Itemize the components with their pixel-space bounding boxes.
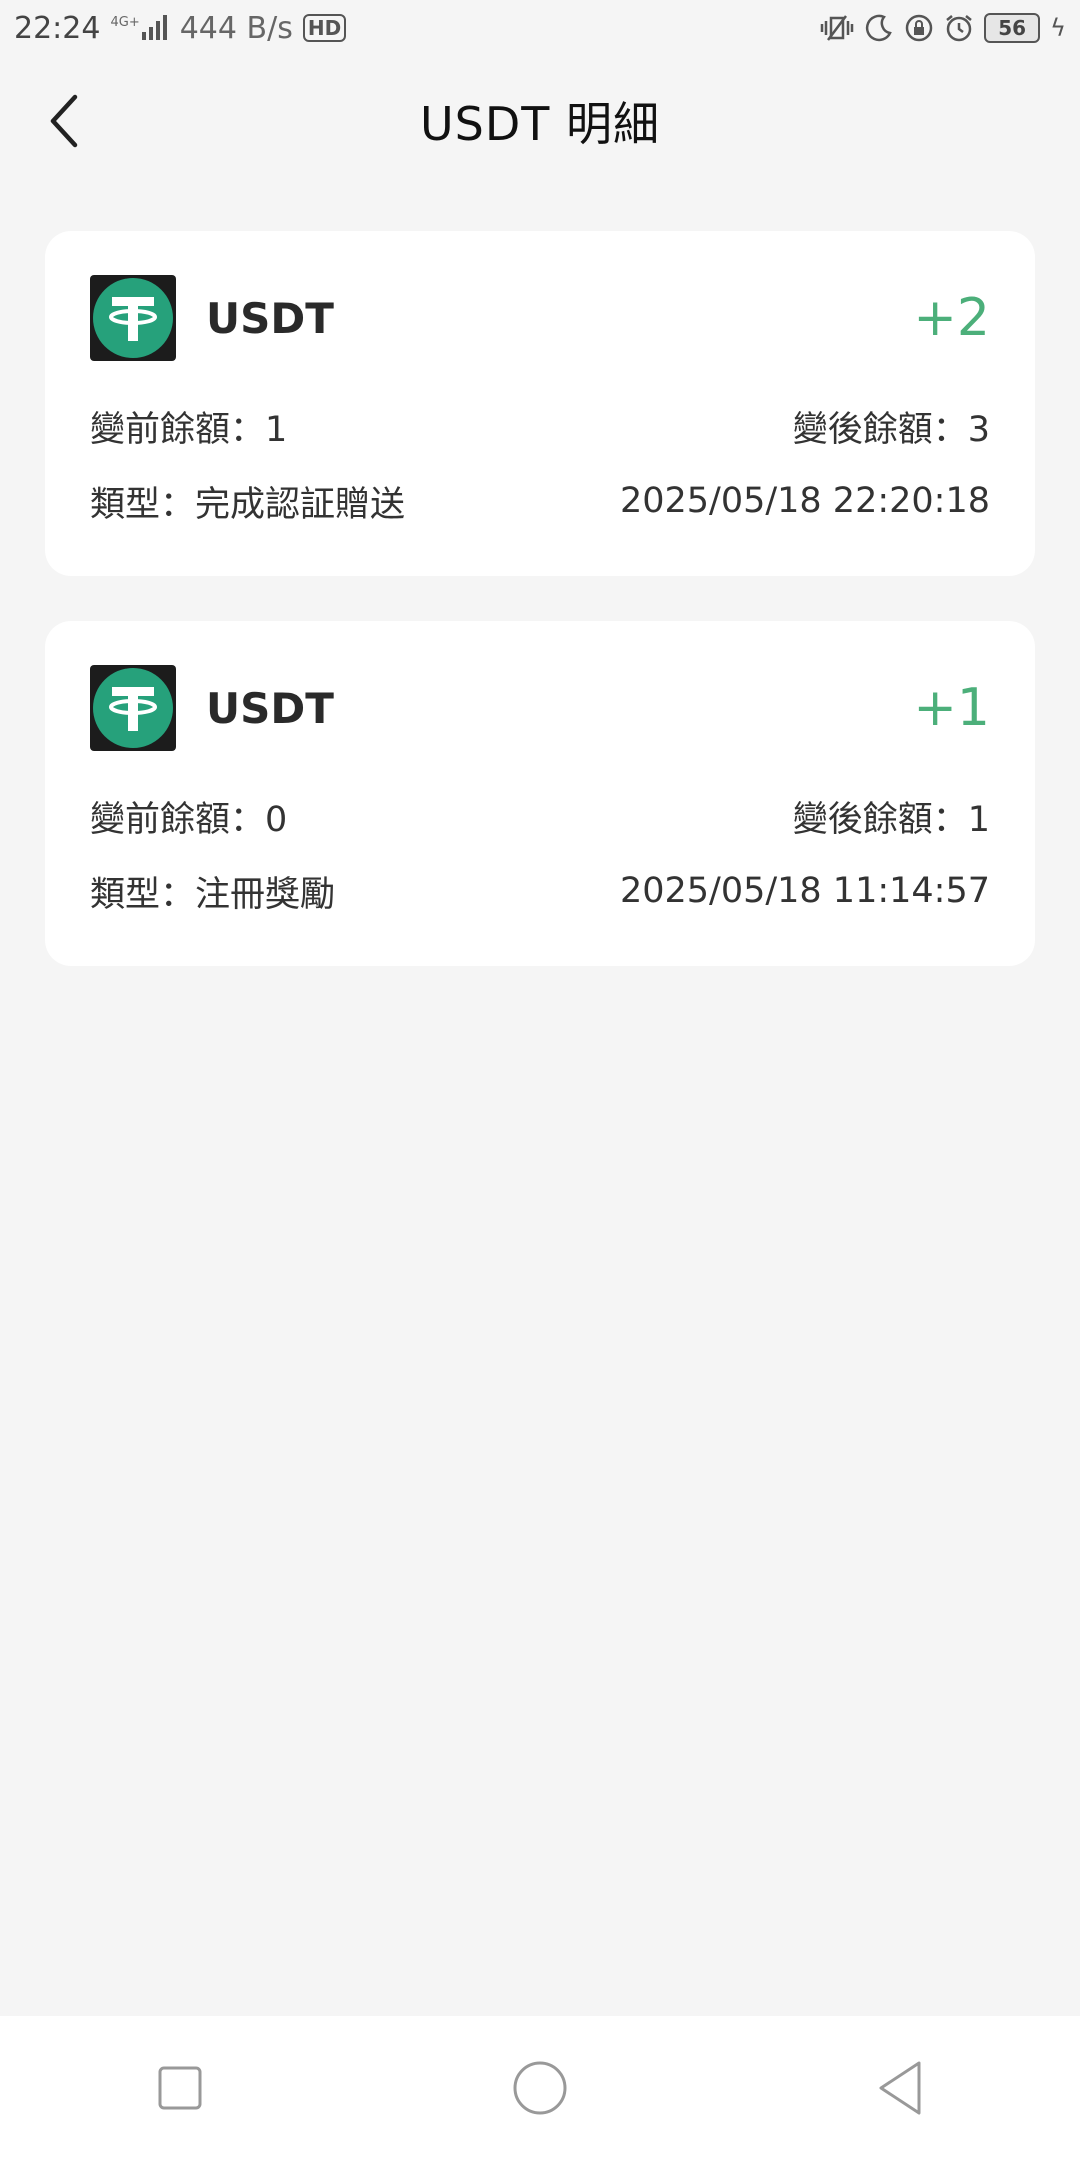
network-speed: 444 B/s: [179, 10, 293, 46]
circle-icon: [513, 2061, 567, 2115]
change-amount: +2: [913, 288, 990, 348]
system-nav-bar: [0, 2016, 1080, 2160]
record-type-label: 類型：: [90, 484, 196, 525]
balance-before: 變前餘額：1: [90, 401, 287, 452]
status-time: 22:24: [14, 10, 101, 46]
hd-voice-icon: HD: [302, 14, 347, 42]
vibrate-icon: [820, 13, 854, 43]
balance-after-value: 1: [967, 799, 990, 840]
balance-after: 變後餘額：3: [793, 401, 990, 452]
tether-icon: [90, 665, 176, 751]
balance-after: 變後餘額：1: [793, 791, 990, 842]
battery-icon: 56: [984, 13, 1041, 43]
rotation-lock-icon: [904, 13, 934, 43]
home-button[interactable]: [500, 2048, 580, 2128]
record-card: USDT +2 變前餘額：1 變後餘額：3 類型：完成認証贈送 2025/05/…: [45, 231, 1035, 576]
page-title: USDT 明細: [419, 97, 660, 151]
alarm-icon: [944, 13, 974, 43]
back-button[interactable]: [40, 94, 90, 148]
balance-before: 變前餘額：0: [90, 791, 287, 842]
system-back-button[interactable]: [860, 2048, 940, 2128]
network-type: 4G+: [110, 14, 140, 30]
record-type: 類型：注冊獎勵: [90, 866, 335, 917]
recent-apps-button[interactable]: [140, 2048, 220, 2128]
tether-icon: [90, 275, 176, 361]
balance-before-label: 變前餘額：: [90, 799, 266, 840]
moon-icon: [864, 13, 894, 43]
triangle-back-icon: [879, 2061, 921, 2115]
balance-after-value: 3: [967, 409, 990, 450]
record-datetime: 2025/05/18 11:14:57: [619, 871, 990, 911]
record-card: USDT +1 變前餘額：0 變後餘額：1 類型：注冊獎勵 2025/05/18…: [45, 621, 1035, 966]
signal-icon: 4G+: [110, 14, 169, 42]
record-type: 類型：完成認証贈送: [90, 476, 405, 527]
record-type-label: 類型：: [90, 874, 196, 915]
record-type-value: 完成認証贈送: [195, 484, 406, 525]
coin-name: USDT: [206, 293, 334, 343]
chevron-left-icon: [50, 94, 78, 148]
coin-name: USDT: [206, 683, 334, 733]
record-type-value: 注冊獎勵: [195, 874, 336, 915]
balance-before-value: 0: [265, 799, 288, 840]
change-amount: +1: [913, 678, 990, 738]
balance-after-label: 變後餘額：: [792, 409, 968, 450]
balance-after-label: 變後餘額：: [792, 799, 968, 840]
charging-icon: ϟ: [1050, 14, 1066, 42]
record-datetime: 2025/05/18 22:20:18: [619, 481, 990, 521]
balance-before-value: 1: [265, 409, 288, 450]
app-header: USDT 明細: [0, 56, 1080, 186]
status-bar: 22:24 4G+ 444 B/s HD 56 ϟ: [0, 0, 1080, 56]
balance-before-label: 變前餘額：: [90, 409, 266, 450]
square-icon: [158, 2066, 202, 2110]
